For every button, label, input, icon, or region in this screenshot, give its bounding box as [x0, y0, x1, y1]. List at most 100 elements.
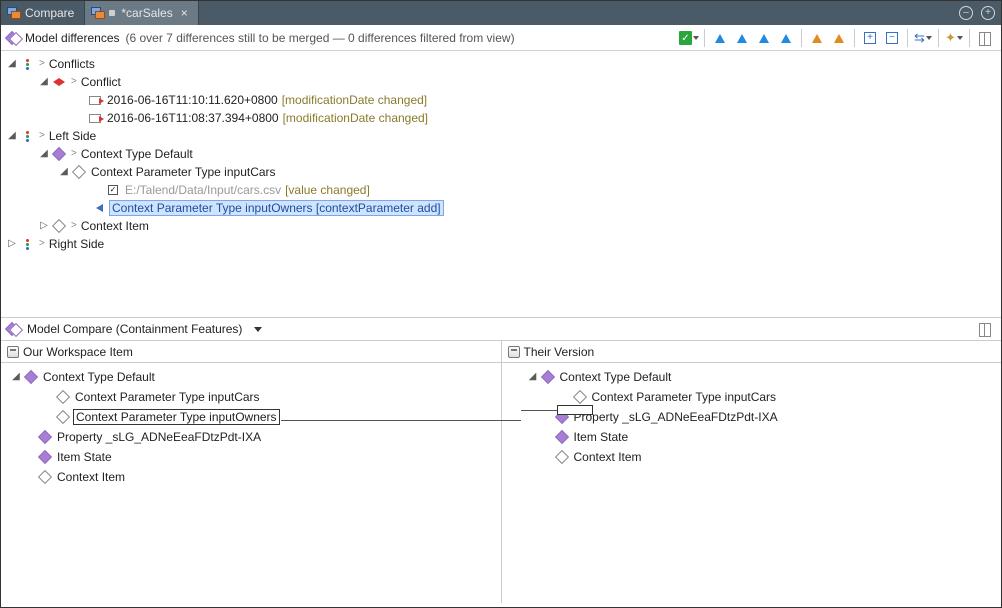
separator — [801, 29, 802, 47]
node-label: Property _sLG_ADNeEeaFDtzPdt-IXA — [55, 428, 263, 446]
node-label: 2016-06-16T11:08:37.394+0800 — [105, 109, 281, 127]
tree-node-context-item[interactable]: ▷ > Context Item — [1, 217, 1001, 235]
expander-icon[interactable]: ◢ — [57, 163, 71, 181]
add-icon — [96, 204, 103, 212]
node-label: Context Type Default — [558, 368, 674, 386]
node-label: Item State — [55, 448, 114, 466]
filter-f-button[interactable] — [829, 28, 849, 48]
separator — [969, 29, 970, 47]
chevron-right-icon: > — [39, 127, 45, 145]
tab-carsales[interactable]: *carSales × — [85, 1, 198, 25]
node-label: Right Side — [47, 235, 106, 253]
accept-button[interactable]: ✓ — [679, 28, 699, 48]
expander-icon[interactable]: ◢ — [5, 127, 19, 145]
expander-icon[interactable]: ▷ — [5, 235, 19, 253]
node-label: Left Side — [47, 127, 98, 145]
expander-icon[interactable]: ◢ — [9, 368, 23, 386]
expander-icon[interactable]: ◢ — [5, 55, 19, 73]
workspace-icon — [508, 346, 520, 358]
tree-node-inputowners[interactable]: ◢ Context Parameter Type inputOwners [co… — [1, 199, 1001, 217]
chevron-down-icon — [957, 36, 963, 40]
tree-node[interactable]: ◢ Context Parameter Type inputCars — [502, 387, 1002, 407]
tree-node[interactable]: ◢ Item State — [1, 447, 501, 467]
diff-summary: (6 over 7 differences still to be merged… — [126, 31, 515, 45]
tree-node[interactable]: ◢ Property _sLG_ADNeEeaFDtzPdt-IXA — [1, 427, 501, 447]
tree-node-right-side[interactable]: ▷ > Right Side — [1, 235, 1001, 253]
node-label: E:/Talend/Data/Input/cars.csv — [123, 181, 283, 199]
tree-node[interactable]: ◢ Context Parameter Type inputCars — [1, 387, 501, 407]
tab-compare[interactable]: Compare — [1, 1, 85, 25]
tree-node-owners-ours[interactable]: ◢ Context Parameter Type inputOwners — [1, 407, 501, 427]
filter-d-button[interactable] — [776, 28, 796, 48]
filter-e-button[interactable] — [807, 28, 827, 48]
expander-icon[interactable]: ◢ — [526, 368, 540, 386]
close-tab-icon[interactable]: × — [181, 6, 188, 20]
diff-connector — [521, 410, 557, 411]
diff-tree[interactable]: ◢ > Conflicts ◢ > Conflict ◢ 2016-06-16T… — [1, 51, 1001, 317]
group-button[interactable]: ⇆ — [913, 28, 933, 48]
layout-toggle[interactable] — [975, 319, 995, 339]
tab-label: *carSales — [121, 6, 172, 20]
theirs-tree[interactable]: ◢ Context Type Default ◢ Context Paramet… — [502, 363, 1002, 603]
col-header-ours: Our Workspace Item — [1, 341, 502, 362]
diamond-icon — [572, 390, 586, 404]
filters-button[interactable]: ✦ — [944, 28, 964, 48]
collapse-icon — [886, 32, 898, 44]
node-label: Context Item — [55, 468, 127, 486]
tree-node-ts2[interactable]: ◢ 2016-06-16T11:08:37.394+0800 [modifica… — [1, 109, 1001, 127]
conflict-icon — [53, 78, 65, 86]
node-label: Context Type Default — [41, 368, 157, 386]
node-label: Conflicts — [47, 55, 97, 73]
dirty-indicator-icon — [109, 10, 115, 16]
compare-body: ◢ Context Type Default ◢ Context Paramet… — [1, 363, 1001, 603]
layout-button[interactable] — [975, 28, 995, 48]
maximize-button[interactable]: + — [981, 6, 995, 20]
diamond-icon — [554, 450, 568, 464]
group-icon — [26, 239, 29, 250]
toolbar-actions: ✓ ⇆ ✦ — [679, 25, 995, 51]
separator — [854, 29, 855, 47]
tree-node-ts1[interactable]: ◢ 2016-06-16T11:10:11.620+0800 [modifica… — [1, 91, 1001, 109]
ours-tree[interactable]: ◢ Context Type Default ◢ Context Paramet… — [1, 363, 502, 603]
tree-node[interactable]: ◢ Context Type Default — [1, 367, 501, 387]
tree-node-path[interactable]: ◢ ✓ E:/Talend/Data/Input/cars.csv [value… — [1, 181, 1001, 199]
expander-icon[interactable]: ▷ — [37, 217, 51, 235]
tree-node-inputcars[interactable]: ◢ Context Parameter Type inputCars — [1, 163, 1001, 181]
diff-target-marker — [557, 405, 593, 415]
triangle-icon — [834, 34, 844, 43]
checkbox-icon: ✓ — [108, 185, 118, 195]
expander-icon[interactable]: ◢ — [37, 145, 51, 163]
tree-node-ctx-default[interactable]: ◢ > Context Type Default — [1, 145, 1001, 163]
tree-node[interactable]: ◢ Item State — [502, 427, 1002, 447]
model-compare-menu[interactable] — [254, 327, 262, 332]
collapse-button[interactable] — [882, 28, 902, 48]
node-label: Context Parameter Type inputCars — [590, 388, 779, 406]
node-label: Item State — [572, 428, 631, 446]
tree-node[interactable]: ◢ Context Item — [502, 447, 1002, 467]
filter-c-button[interactable] — [754, 28, 774, 48]
filter-b-button[interactable] — [732, 28, 752, 48]
group-icon — [26, 131, 29, 142]
triangle-icon — [715, 34, 725, 43]
tree-node[interactable]: ◢ Context Item — [1, 467, 501, 487]
filter-a-button[interactable] — [710, 28, 730, 48]
tree-node[interactable]: ◢ Context Type Default — [502, 367, 1002, 387]
flow-icon: ⇆ — [914, 30, 925, 46]
expand-icon — [864, 32, 876, 44]
diamond-icon — [38, 470, 52, 484]
separator — [938, 29, 939, 47]
filters-icon: ✦ — [945, 30, 956, 46]
node-label-selected: Context Parameter Type inputOwners [cont… — [109, 200, 444, 216]
minimize-button[interactable]: – — [959, 6, 973, 20]
tree-node-conflicts[interactable]: ◢ > Conflicts — [1, 55, 1001, 73]
expand-button[interactable] — [860, 28, 880, 48]
diamond-icon — [38, 450, 52, 464]
change-icon — [89, 96, 101, 105]
tree-node-conflict[interactable]: ◢ > Conflict — [1, 73, 1001, 91]
tab-label: Compare — [25, 6, 74, 20]
expander-icon[interactable]: ◢ — [37, 73, 51, 91]
tree-node-left-side[interactable]: ◢ > Left Side — [1, 127, 1001, 145]
col-header-theirs: Their Version — [502, 341, 1002, 362]
separator — [907, 29, 908, 47]
node-label: Context Item — [79, 217, 151, 235]
